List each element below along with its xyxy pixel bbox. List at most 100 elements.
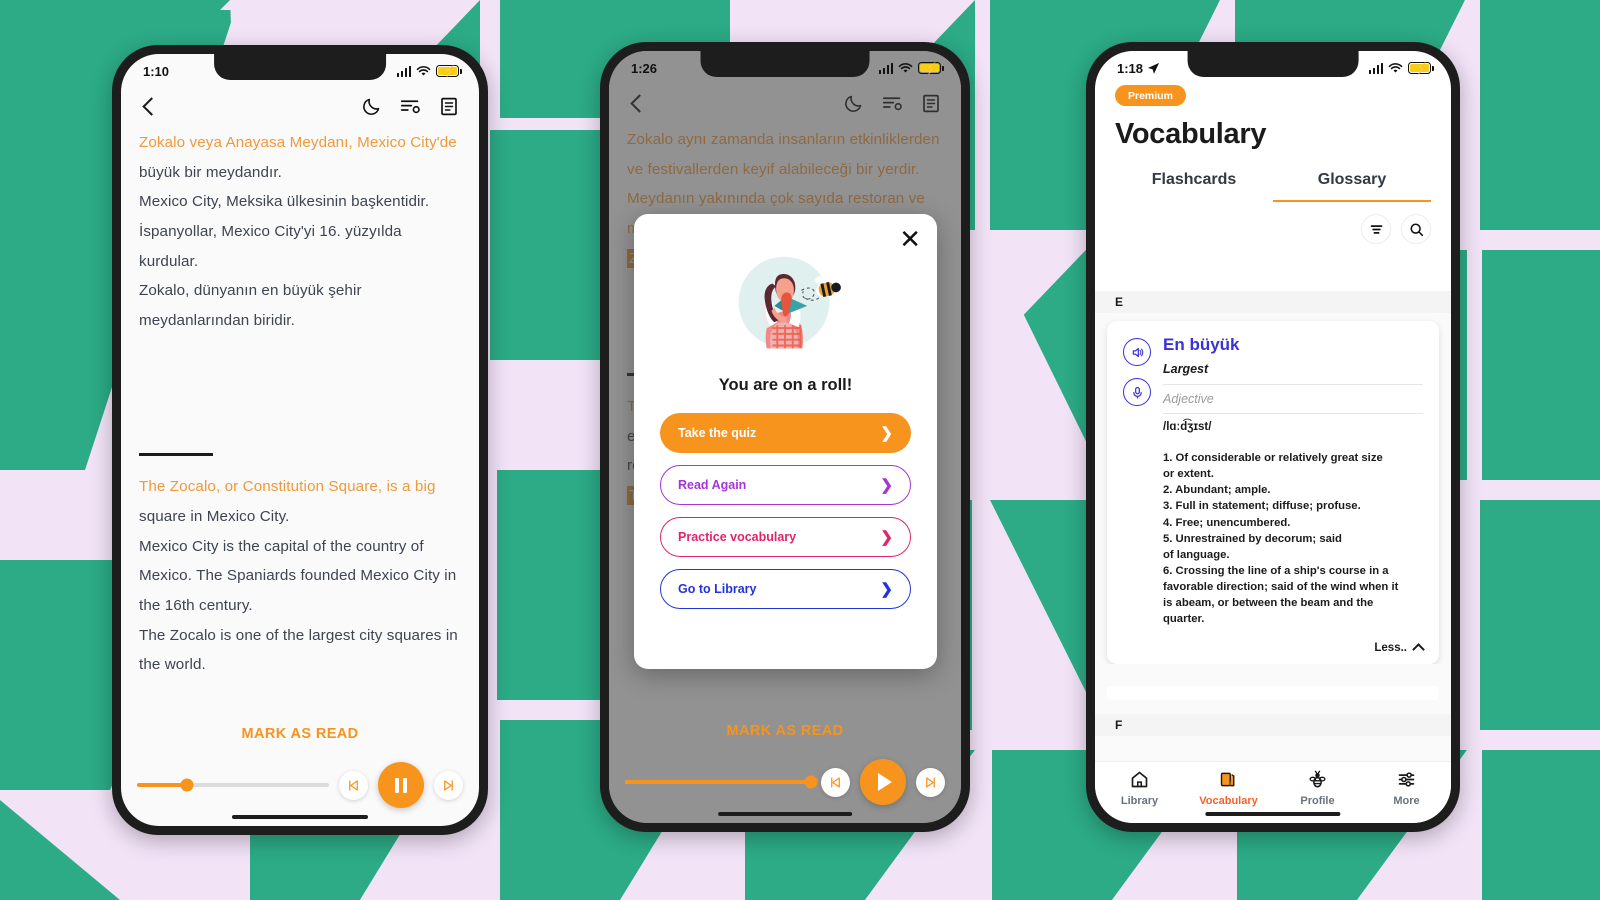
filter-icon — [1370, 224, 1382, 234]
notch — [700, 51, 870, 77]
glossary-list[interactable]: E En büyük Largest Adjective /lɑːd͡ʒɪst/… — [1095, 291, 1451, 761]
wifi-icon — [898, 62, 913, 73]
tab-vocabulary[interactable]: Vocabulary — [1184, 762, 1273, 813]
tab-more[interactable]: More — [1362, 762, 1451, 813]
tab-flashcards[interactable]: Flashcards — [1115, 171, 1273, 202]
microphone-button[interactable] — [1123, 378, 1151, 406]
home-indicator — [231, 815, 369, 819]
sliders-icon — [1398, 771, 1415, 787]
english-line: the world. — [139, 656, 206, 674]
progress-slider[interactable] — [137, 778, 329, 792]
definition-line: is abeam, or between the beam and the — [1163, 597, 1374, 610]
skip-previous-icon — [349, 779, 358, 791]
section-divider — [139, 453, 213, 457]
search-button[interactable] — [1401, 214, 1431, 244]
home-icon — [1131, 771, 1148, 787]
signal-bars-icon — [1368, 62, 1383, 74]
battery-charging-icon: ⚡ — [436, 65, 462, 78]
mark-as-read-button[interactable]: MARK AS READ — [625, 723, 945, 739]
battery-charging-icon: ⚡ — [1408, 62, 1434, 75]
chevron-right-icon: ❯ — [880, 529, 893, 546]
progress-slider[interactable] — [625, 775, 818, 789]
definition-line: of language. — [1163, 548, 1230, 561]
wifi-icon — [416, 65, 431, 76]
glossary-definitions: 1. Of considerable or relatively great s… — [1163, 450, 1423, 628]
tab-library[interactable]: Library — [1095, 762, 1184, 813]
skip-previous-button[interactable] — [339, 770, 368, 800]
home-indicator — [1205, 812, 1341, 816]
table-of-contents-icon[interactable] — [439, 96, 459, 117]
status-time: 1:10 — [143, 63, 170, 79]
english-line: Mexico City is the capital of the countr… — [139, 537, 424, 555]
tab-profile[interactable]: Profile — [1273, 762, 1362, 813]
audio-player: MARK AS READ — [121, 726, 479, 808]
definition-line: 4. Free; unencumbered. — [1163, 516, 1291, 529]
chevron-up-icon — [1412, 642, 1425, 656]
chevron-right-icon: ❯ — [880, 425, 893, 442]
definition-line: favorable direction; said of the wind wh… — [1163, 581, 1399, 594]
paragraph-turkish: Zokalo veya Anayasa Meydanı, Mexico City… — [139, 128, 461, 335]
definition-line: 3. Full in statement; diffuse; profuse. — [1163, 500, 1361, 513]
bee-icon — [1309, 770, 1326, 787]
cards-icon — [1220, 772, 1235, 786]
filter-button[interactable] — [1361, 214, 1391, 244]
definition-line: or extent. — [1163, 468, 1214, 481]
chevron-right-icon: ❯ — [880, 581, 893, 598]
skip-next-icon — [444, 779, 453, 791]
status-time: 1:18 — [1117, 60, 1144, 76]
notch — [1187, 51, 1359, 77]
button-label: Practice vocabulary — [678, 530, 797, 544]
back-chevron-icon[interactable] — [142, 96, 161, 116]
definition-line: 5. Unrestrained by decorum; said — [1163, 532, 1342, 545]
play-pause-button[interactable] — [378, 762, 424, 808]
glossary-entry-card[interactable]: En büyük Largest Adjective /lɑːd͡ʒɪst/ 1… — [1107, 321, 1439, 664]
notch — [214, 54, 386, 80]
play-icon — [878, 773, 892, 791]
screen-reader-playing: 1:10 ⚡ Zokalo veya Anayasa Meydanı, Mexi… — [121, 54, 479, 826]
completion-modal: ✕ You are on a roll! Take the quiz ❯ Rea… — [634, 214, 937, 669]
next-card-peek — [1107, 685, 1439, 700]
audio-player: MARK AS READ — [609, 723, 961, 805]
signal-bars-icon — [878, 62, 893, 74]
skip-next-button[interactable] — [916, 767, 945, 797]
go-to-library-button[interactable]: Go to Library ❯ — [660, 569, 911, 609]
tab-glossary[interactable]: Glossary — [1273, 171, 1431, 202]
wifi-icon — [1388, 62, 1403, 73]
expand-toggle[interactable]: Less.. — [1163, 641, 1425, 656]
signal-bars-icon — [396, 65, 411, 77]
modal-actions: Take the quiz ❯ Read Again ❯ Practice vo… — [634, 413, 937, 635]
close-icon[interactable]: ✕ — [899, 226, 921, 252]
home-indicator — [718, 812, 852, 816]
skip-previous-button[interactable] — [821, 767, 850, 797]
moon-icon[interactable] — [361, 96, 382, 117]
reading-settings-icon[interactable] — [399, 96, 422, 117]
paragraph-english: The Zocalo, or Constitution Square, is a… — [139, 472, 461, 679]
play-pause-button[interactable] — [860, 759, 906, 805]
screen-vocabulary: 1:18 ⚡ Premium Vocabulary Flashcards Glo… — [1095, 51, 1451, 823]
expand-toggle-label: Less.. — [1374, 641, 1407, 654]
skip-next-button[interactable] — [434, 770, 463, 800]
skip-previous-icon — [831, 776, 840, 788]
highlighted-sentence: Zokalo veya Anayasa Meydanı, Mexico City… — [139, 134, 457, 151]
girl-reading-with-bee-illustration — [728, 244, 844, 360]
practice-vocabulary-button[interactable]: Practice vocabulary ❯ — [660, 517, 911, 557]
pause-icon — [395, 777, 407, 793]
mark-as-read-button[interactable]: MARK AS READ — [137, 726, 463, 742]
premium-badge[interactable]: Premium — [1115, 85, 1186, 106]
reader-content[interactable]: Zokalo veya Anayasa Meydanı, Mexico City… — [121, 128, 479, 706]
definition-line: 6. Crossing the line of a ship's course … — [1163, 564, 1389, 577]
button-label: Take the quiz — [678, 426, 757, 440]
read-again-button[interactable]: Read Again ❯ — [660, 465, 911, 505]
turkish-line: Zokalo, dünyanın en büyük şehir — [139, 282, 362, 300]
speaker-button[interactable] — [1123, 338, 1151, 366]
page-title: Vocabulary — [1115, 118, 1267, 150]
chevron-right-icon: ❯ — [880, 477, 893, 494]
reader-toolbar — [121, 84, 479, 128]
definition-line: 1. Of considerable or relatively great s… — [1163, 452, 1383, 464]
english-line: The Zocalo is one of the largest city sq… — [139, 626, 458, 644]
take-the-quiz-button[interactable]: Take the quiz ❯ — [660, 413, 911, 453]
button-label: Read Again — [678, 478, 747, 492]
status-time: 1:26 — [631, 60, 658, 76]
microphone-icon — [1132, 386, 1142, 399]
